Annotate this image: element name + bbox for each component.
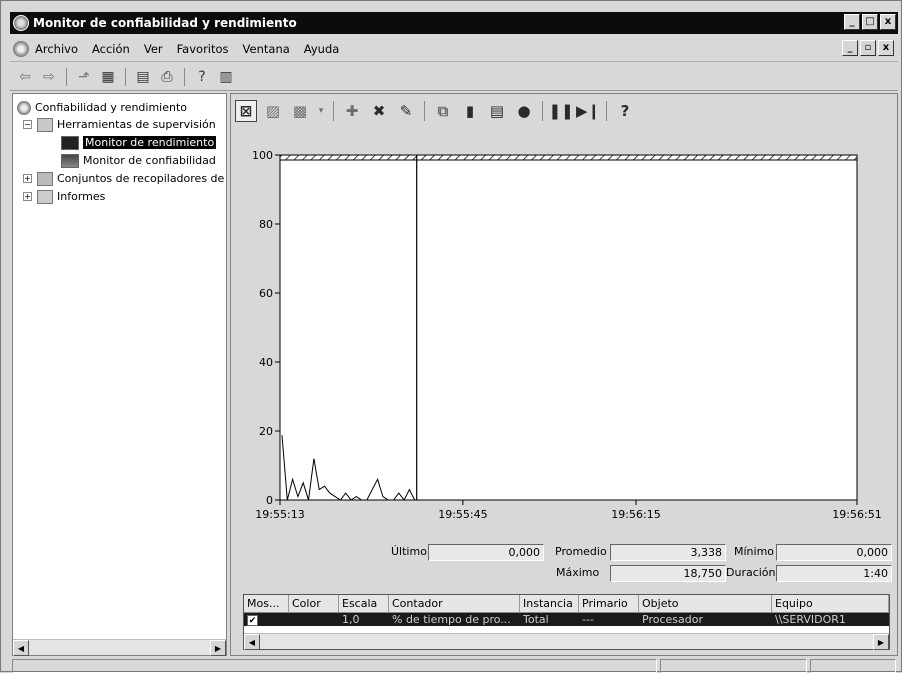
last-label: Último — [391, 545, 427, 558]
child-minimize-button[interactable]: _ — [842, 40, 858, 56]
toolbar-separator — [184, 67, 185, 86]
statistics-panel: Último 0,000 Promedio 3,338 Mínimo 0,000… — [231, 94, 897, 594]
reliability-chart-icon — [61, 153, 79, 168]
average-label: Promedio — [555, 545, 607, 558]
tools-folder-icon — [37, 117, 53, 132]
scroll-right-icon[interactable]: ▶ — [873, 634, 889, 650]
system-menu-icon[interactable] — [13, 40, 29, 57]
show-hide-tree-icon[interactable]: ▦ — [98, 67, 118, 87]
show-checkbox[interactable]: ✔ — [247, 615, 258, 626]
tree-node-tools[interactable]: − Herramientas de supervisión — [23, 116, 216, 133]
color-cell — [289, 613, 339, 626]
help-icon[interactable]: ? — [192, 67, 212, 87]
menu-archivo[interactable]: Archivo — [35, 42, 78, 56]
toolbar-separator — [66, 67, 67, 86]
tree-node-tools-label: Herramientas de supervisión — [57, 118, 216, 131]
object-cell: Procesador — [642, 613, 703, 626]
counter-list-header: Mos... Color Escala Contador Instancia P… — [244, 595, 889, 613]
minimum-value: 0,000 — [776, 544, 892, 561]
properties-icon[interactable]: ▤ — [133, 67, 153, 87]
up-folder-icon[interactable]: ⬏ — [74, 67, 94, 87]
main-window: Monitor de confiabilidad y rendimiento _… — [0, 0, 902, 673]
main-toolbar: ⇦ ⇨ ⬏ ▦ ▤ ⎙ ? ▥ — [10, 63, 898, 91]
tree-node-collector-sets-label: Conjuntos de recopiladores de — [57, 172, 225, 185]
window-title: Monitor de confiabilidad y rendimiento — [33, 16, 297, 30]
tree-node-reports[interactable]: + Informes — [23, 188, 105, 205]
collector-set-icon — [37, 171, 53, 186]
status-panel-main — [12, 659, 657, 673]
maximize-button[interactable]: □ — [862, 14, 878, 30]
menu-favoritos[interactable]: Favoritos — [177, 42, 229, 56]
minimize-button[interactable]: _ — [844, 14, 860, 30]
counter-list-scrollbar[interactable]: ◀ ▶ — [244, 633, 889, 650]
menu-ventana[interactable]: Ventana — [243, 42, 290, 56]
column-header-parent[interactable]: Primario — [579, 595, 639, 613]
status-panel-3 — [810, 659, 896, 673]
scroll-track[interactable] — [29, 640, 210, 655]
maximum-value: 18,750 — [610, 565, 726, 582]
column-header-counter[interactable]: Contador — [389, 595, 520, 613]
close-button[interactable]: x — [880, 14, 896, 30]
menu-bar: Archivo Acción Ver Favoritos Ventana Ayu… — [10, 36, 898, 62]
forward-arrow-icon[interactable]: ⇨ — [39, 67, 59, 87]
tree-node-root-label: Confiabilidad y rendimiento — [35, 101, 188, 114]
tree-node-reliability-monitor[interactable]: Monitor de confiabilidad — [61, 152, 216, 169]
column-header-scale[interactable]: Escala — [339, 595, 389, 613]
reports-icon — [37, 189, 53, 204]
last-value: 0,000 — [428, 544, 544, 561]
column-header-color[interactable]: Color — [289, 595, 339, 613]
column-header-instance[interactable]: Instancia — [520, 595, 579, 613]
computer-cell: \\SERVIDOR1 — [775, 613, 846, 626]
parent-cell: --- — [582, 613, 594, 626]
duration-label: Duración — [726, 566, 776, 579]
print-icon[interactable]: ⎙ — [157, 67, 177, 87]
column-header-object[interactable]: Objeto — [639, 595, 772, 613]
status-bar — [10, 658, 898, 673]
expand-icon[interactable]: + — [23, 174, 32, 183]
tree-node-reliability-monitor-label: Monitor de confiabilidad — [83, 154, 216, 167]
scroll-track[interactable] — [260, 634, 873, 649]
status-panel-2 — [660, 659, 807, 673]
column-header-computer[interactable]: Equipo — [772, 595, 889, 613]
tree-node-collector-sets[interactable]: + Conjuntos de recopiladores de — [23, 170, 224, 187]
column-header-show[interactable]: Mos... — [244, 595, 289, 613]
app-icon — [13, 15, 29, 31]
toolbar-separator — [125, 67, 126, 86]
show-cell[interactable]: ✔ — [244, 613, 289, 626]
expand-icon[interactable]: + — [23, 192, 32, 201]
back-arrow-icon[interactable]: ⇦ — [15, 67, 35, 87]
collapse-icon[interactable]: − — [23, 120, 32, 129]
average-value: 3,338 — [610, 544, 726, 561]
counter-list: Mos... Color Escala Contador Instancia P… — [243, 594, 890, 650]
tree-node-reports-label: Informes — [57, 190, 106, 203]
child-close-button[interactable]: x — [878, 40, 894, 56]
performance-monitor-pane: ⊠ ▨ ▩ ▾ ✚ ✖ ✎ ⧉ ▮ ▤ ● ❚❚ ▶❙ ? 100 80 60 … — [230, 93, 898, 656]
action-pane-icon[interactable]: ▥ — [216, 67, 236, 87]
counter-row[interactable]: ✔ 1,0 % de tiempo de pro... Total --- Pr… — [244, 613, 889, 626]
scale-cell: 1,0 — [342, 613, 360, 626]
child-restore-button[interactable]: ▫ — [860, 40, 876, 56]
counter-cell: % de tiempo de pro... — [392, 613, 511, 626]
menu-ayuda[interactable]: Ayuda — [304, 42, 340, 56]
menu-ver[interactable]: Ver — [144, 42, 163, 56]
scroll-left-icon[interactable]: ◀ — [244, 634, 260, 650]
performance-chart-icon — [61, 135, 79, 150]
tree-horizontal-scrollbar[interactable]: ◀ ▶ — [13, 639, 226, 656]
scroll-right-icon[interactable]: ▶ — [210, 640, 226, 656]
minimum-label: Mínimo — [734, 545, 775, 558]
tree-node-performance-monitor-label: Monitor de rendimiento — [83, 136, 217, 149]
scroll-left-icon[interactable]: ◀ — [13, 640, 29, 656]
gauge-icon — [17, 100, 31, 115]
title-bar: Monitor de confiabilidad y rendimiento _… — [10, 12, 898, 34]
instance-cell: Total — [523, 613, 549, 626]
navigation-tree: Confiabilidad y rendimiento − Herramient… — [12, 93, 227, 656]
maximum-label: Máximo — [556, 566, 600, 579]
tree-node-performance-monitor[interactable]: Monitor de rendimiento — [61, 134, 217, 151]
menu-accion[interactable]: Acción — [92, 42, 130, 56]
tree-node-root[interactable]: Confiabilidad y rendimiento — [17, 99, 187, 116]
duration-value: 1:40 — [776, 565, 892, 582]
